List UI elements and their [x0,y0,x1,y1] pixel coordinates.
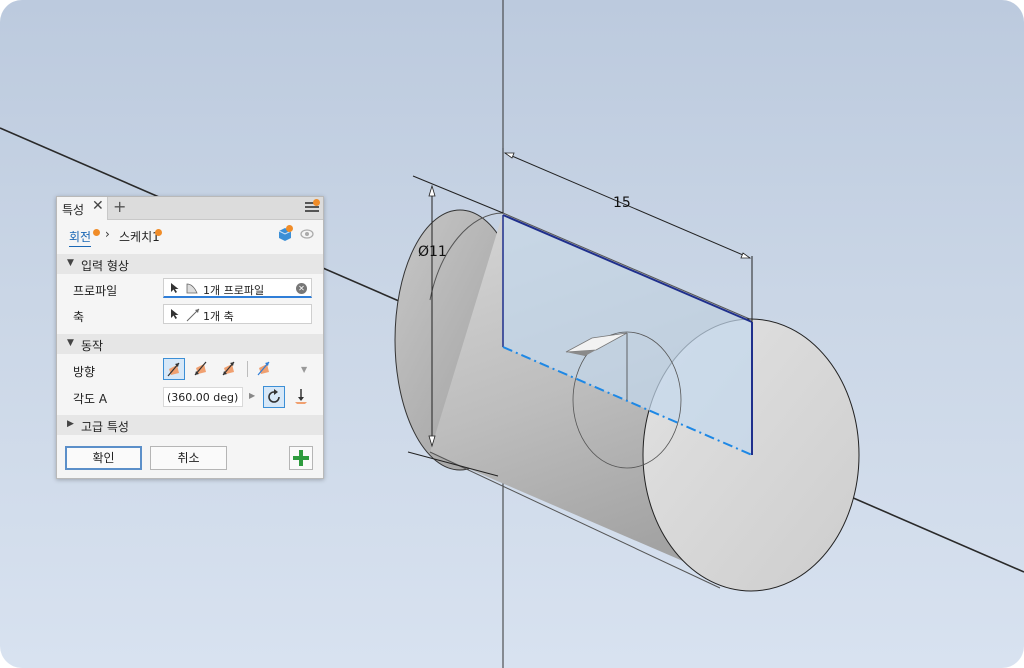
section-input-geometry-title: 입력 형상 [81,259,129,273]
axis-value: 1개 축 [203,310,234,323]
section-input-geometry[interactable]: ▼ 입력 형상 [57,254,323,274]
breadcrumb: 회전 › 스케치1 [57,220,323,252]
cursor-icon [171,283,179,293]
direction-symmetric-button[interactable] [219,358,241,380]
direction-asymmetric-button[interactable] [254,358,276,380]
angle-label: 각도 A [73,392,108,406]
collapse-arrow-icon: ▼ [67,258,74,268]
collapse-arrow-icon: ▼ [67,338,74,348]
notification-dot [93,229,100,236]
direction-icon [167,362,180,377]
axis-icon [186,308,200,322]
direction-default-button[interactable] [163,358,185,380]
full-revolve-button[interactable] [263,386,285,408]
profile-icon [186,283,198,294]
tab-properties[interactable]: 특성 ✕ [57,197,108,220]
panel-tab-bar: 특성 ✕ + [57,197,323,220]
eye-icon[interactable] [300,229,314,239]
profile-label: 프로파일 [73,284,118,298]
axis-selector[interactable]: 1개 축 [163,304,312,324]
breadcrumb-separator: › [105,227,110,241]
symmetric-icon [222,361,235,376]
direction-flipped-button[interactable] [191,358,213,380]
add-icon [293,450,309,466]
notification-dot [286,225,293,232]
tab-properties-label: 특성 [62,203,85,217]
notification-dot [313,199,320,206]
breadcrumb-sketch[interactable]: 스케치1 [119,228,160,245]
breadcrumb-revolve[interactable]: 회전 [69,228,92,247]
asymmetric-icon [257,361,270,376]
apply-add-button[interactable] [289,446,313,470]
profile-selector[interactable]: 1개 프로파일 ✕ [163,278,312,298]
section-behavior[interactable]: ▼ 동작 [57,334,323,354]
notification-dot [155,229,162,236]
section-advanced[interactable]: ▶ 고급 특성 [57,415,323,435]
angle-input[interactable]: (360.00 deg) [163,387,243,407]
terminate-to-button[interactable] [291,386,313,408]
toolbar-divider [247,361,248,377]
cancel-button[interactable]: 취소 [150,446,227,470]
profile-value: 1개 프로파일 [203,284,265,297]
section-behavior-title: 동작 [81,339,104,353]
chevron-down-icon[interactable]: ▼ [301,365,307,374]
add-tab-icon[interactable]: + [113,197,126,216]
axis-label: 축 [73,310,85,324]
angle-menu-arrow-icon[interactable]: ▶ [249,391,255,400]
terminate-icon [295,389,307,404]
section-advanced-title: 고급 특성 [81,420,129,434]
close-icon[interactable]: ✕ [92,198,104,214]
diameter-dimension-text: Ø11 [418,244,447,260]
full-rotation-icon [268,389,280,403]
ok-button[interactable]: 확인 [65,446,142,470]
cursor-icon [171,309,179,319]
clear-icon[interactable]: ✕ [296,283,307,294]
direction-label: 방향 [73,365,96,379]
properties-panel: 특성 ✕ + 회전 › 스케치1 ▼ 입력 형상 프로파일 1개 프로파일 ✕ … [56,196,324,479]
expand-arrow-icon: ▶ [67,419,74,429]
length-dimension-text: 15 [613,195,631,211]
flip-icon [194,361,207,376]
